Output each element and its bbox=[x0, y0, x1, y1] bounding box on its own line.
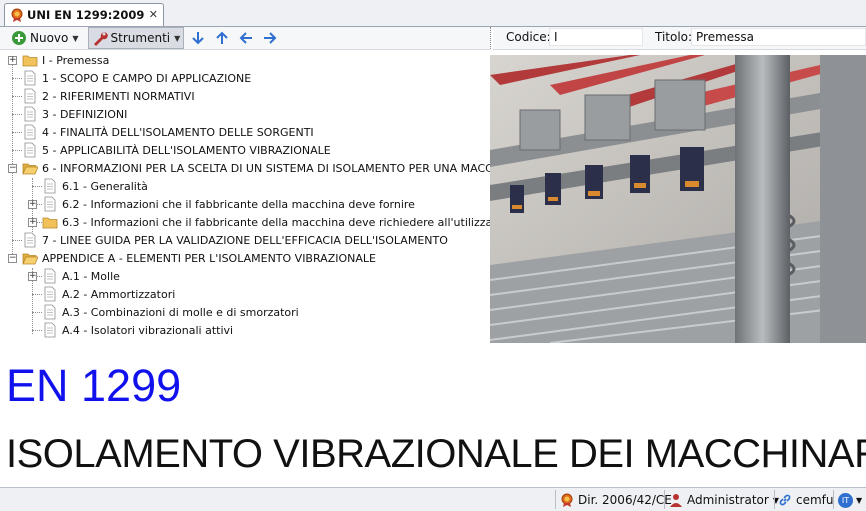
tree-item-5[interactable]: 5 - APPLICABILITÀ DELL'ISOLAMENTO VIBRAZ… bbox=[22, 141, 331, 159]
tab-title: UNI EN 1299:2009 bbox=[27, 8, 145, 22]
folder-icon bbox=[22, 55, 38, 67]
document-code: EN 1299 bbox=[6, 360, 182, 411]
document-icon bbox=[24, 142, 36, 158]
tree-item-4[interactable]: 4 - FINALITÀ DELL'ISOLAMENTO DELLE SORGE… bbox=[22, 123, 314, 141]
tools-label: Strumenti bbox=[110, 31, 171, 45]
title-field[interactable]: Premessa bbox=[691, 28, 866, 46]
document-icon bbox=[44, 268, 56, 284]
tree-item-label: I - Premessa bbox=[42, 53, 110, 67]
document-icon bbox=[44, 196, 56, 212]
machinery-image bbox=[490, 55, 866, 343]
tree-item-label: 6.2 - Informazioni che il fabbricante de… bbox=[62, 197, 415, 211]
chevron-down-icon: ▼ bbox=[856, 495, 863, 505]
toolbar: Nuovo ▼ Strumenti ▼ bbox=[0, 27, 490, 50]
tree-item-label: A.2 - Ammortizzatori bbox=[62, 287, 176, 301]
user-icon bbox=[670, 494, 682, 507]
seal-icon bbox=[561, 493, 573, 507]
collapse-toggle[interactable]: − bbox=[8, 254, 17, 263]
document-tree: + − + + − + I - Premessa 1 - SCOPO E CAM… bbox=[0, 50, 520, 342]
add-icon bbox=[12, 31, 26, 45]
move-down-button[interactable] bbox=[188, 28, 208, 48]
header-fields: Codice: I Titolo: Premessa bbox=[493, 27, 866, 50]
folder-icon bbox=[42, 217, 58, 229]
document-icon bbox=[44, 178, 56, 194]
tree-item-a2[interactable]: A.2 - Ammortizzatori bbox=[42, 285, 175, 303]
tree-item-6[interactable]: 6 - INFORMAZIONI PER LA SCELTA DI UN SIS… bbox=[22, 159, 520, 177]
tree-item-a1[interactable]: A.1 - Molle bbox=[42, 267, 120, 285]
machinery-photo bbox=[490, 55, 866, 343]
code-label: Codice: bbox=[506, 30, 551, 44]
chevron-down-icon: ▼ bbox=[174, 33, 181, 43]
document-icon bbox=[44, 286, 56, 302]
seal-icon bbox=[11, 8, 23, 22]
tree-item-appendix-a[interactable]: APPENDICE A - ELEMENTI PER L'ISOLAMENTO … bbox=[22, 249, 376, 267]
arrow-right-icon bbox=[264, 32, 277, 44]
wrench-icon bbox=[93, 32, 108, 46]
move-up-button[interactable] bbox=[212, 28, 232, 48]
document-icon bbox=[44, 304, 56, 320]
tree-item-label: 6.3 - Informazioni che il fabbricante de… bbox=[62, 215, 515, 229]
arrow-up-icon bbox=[216, 31, 228, 44]
document-icon bbox=[24, 124, 36, 140]
status-bar: Dir. 2006/42/CE Administrator ▼ cemfu IT… bbox=[0, 487, 866, 511]
directive-label: Dir. 2006/42/CE bbox=[578, 493, 672, 507]
tree-item-6-3[interactable]: 6.3 - Informazioni che il fabbricante de… bbox=[42, 213, 514, 231]
tree-item-label: APPENDICE A - ELEMENTI PER L'ISOLAMENTO … bbox=[42, 251, 376, 265]
document-icon bbox=[24, 88, 36, 104]
tree-item-label: 2 - RIFERIMENTI NORMATIVI bbox=[42, 89, 195, 103]
code-field[interactable]: I bbox=[549, 28, 643, 46]
expand-toggle[interactable]: + bbox=[28, 272, 37, 281]
company-link[interactable]: cemfu bbox=[778, 491, 834, 509]
tree-item-label: 1 - SCOPO E CAMPO DI APPLICAZIONE bbox=[42, 71, 252, 85]
tree-item-label: A.3 - Combinazioni di molle e di smorzat… bbox=[62, 305, 299, 319]
tree-item-a4[interactable]: A.4 - Isolatori vibrazionali attivi bbox=[42, 321, 233, 339]
user-name: Administrator bbox=[687, 493, 769, 507]
arrow-left-icon bbox=[239, 32, 253, 44]
expand-toggle[interactable]: + bbox=[28, 218, 37, 227]
tree-item-label: A.1 - Molle bbox=[62, 269, 120, 283]
move-left-button[interactable] bbox=[236, 28, 256, 48]
collapse-toggle[interactable]: − bbox=[8, 164, 17, 173]
close-icon[interactable]: ✕ bbox=[149, 8, 158, 21]
company-name: cemfu bbox=[796, 493, 834, 507]
tree-item-6-2[interactable]: 6.2 - Informazioni che il fabbricante de… bbox=[42, 195, 415, 213]
tab-document[interactable]: UNI EN 1299:2009 ✕ bbox=[4, 3, 164, 26]
move-right-button[interactable] bbox=[260, 28, 280, 48]
language-badge: IT bbox=[838, 492, 853, 508]
language-selector[interactable]: IT ▼ bbox=[838, 491, 862, 509]
link-icon bbox=[779, 494, 791, 506]
directive-status[interactable]: Dir. 2006/42/CE bbox=[560, 491, 672, 509]
tree-item-label: 3 - DEFINIZIONI bbox=[42, 107, 128, 121]
document-icon bbox=[24, 106, 36, 122]
expand-toggle[interactable]: + bbox=[28, 200, 37, 209]
tree-item-6-1[interactable]: 6.1 - Generalità bbox=[42, 177, 148, 195]
expand-toggle[interactable]: + bbox=[8, 56, 17, 65]
tree-item-label: 6 - INFORMAZIONI PER LA SCELTA DI UN SIS… bbox=[42, 161, 521, 175]
tree-item-label: 6.1 - Generalità bbox=[62, 179, 148, 193]
tree-item-3[interactable]: 3 - DEFINIZIONI bbox=[22, 105, 127, 123]
tree-item-7[interactable]: 7 - LINEE GUIDA PER LA VALIDAZIONE DELL'… bbox=[22, 231, 448, 249]
tree-item-label: 4 - FINALITÀ DELL'ISOLAMENTO DELLE SORGE… bbox=[42, 125, 314, 139]
user-menu[interactable]: Administrator ▼ bbox=[669, 491, 779, 509]
tree-item-1[interactable]: 1 - SCOPO E CAMPO DI APPLICAZIONE bbox=[22, 69, 251, 87]
tree-item-label: 5 - APPLICABILITÀ DELL'ISOLAMENTO VIBRAZ… bbox=[42, 143, 331, 157]
tree-item-2[interactable]: 2 - RIFERIMENTI NORMATIVI bbox=[22, 87, 195, 105]
tab-bar: UNI EN 1299:2009 ✕ bbox=[0, 0, 866, 27]
tree-item-a3[interactable]: A.3 - Combinazioni di molle e di smorzat… bbox=[42, 303, 299, 321]
arrow-down-icon bbox=[192, 32, 204, 45]
tree-item-label: A.4 - Isolatori vibrazionali attivi bbox=[62, 323, 234, 337]
document-icon bbox=[24, 70, 36, 86]
document-icon bbox=[44, 322, 56, 338]
document-title: ISOLAMENTO VIBRAZIONALE DEI MACCHINARI bbox=[6, 432, 866, 476]
chevron-down-icon: ▼ bbox=[72, 33, 79, 43]
new-label: Nuovo bbox=[30, 31, 69, 45]
document-icon bbox=[24, 232, 36, 248]
open-folder-icon bbox=[22, 253, 38, 265]
new-button[interactable]: Nuovo ▼ bbox=[8, 28, 82, 48]
tree-item-premessa[interactable]: I - Premessa bbox=[22, 51, 109, 69]
tree-item-label: 7 - LINEE GUIDA PER LA VALIDAZIONE DELL'… bbox=[42, 233, 448, 247]
open-folder-icon bbox=[22, 163, 38, 175]
tools-button[interactable]: Strumenti ▼ bbox=[87, 27, 185, 49]
title-label: Titolo: bbox=[655, 30, 693, 44]
